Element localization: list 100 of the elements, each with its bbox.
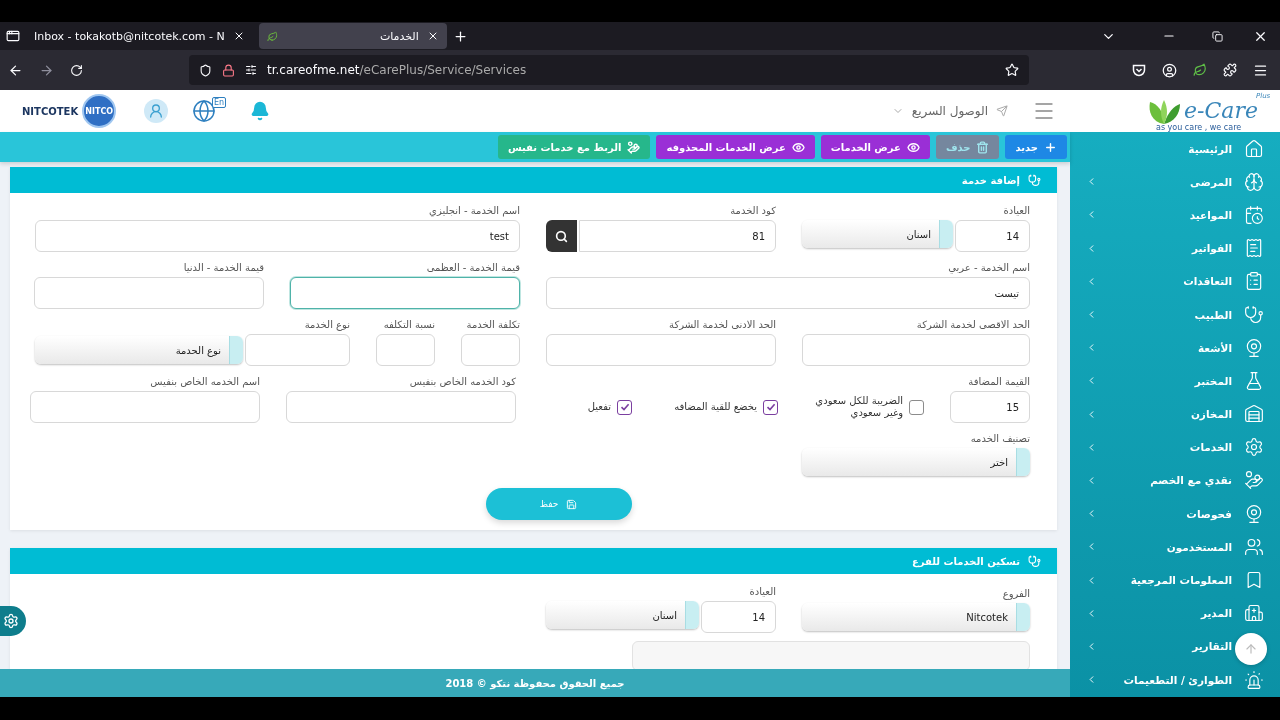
save-button[interactable]: حفظ: [485, 488, 632, 520]
text-field[interactable]: [34, 277, 264, 309]
hospital-icon: [1244, 603, 1264, 624]
sidebar-item[interactable]: المخازن: [1070, 397, 1280, 431]
toolbar-button[interactable]: الربط مع خدمات نفيس: [497, 135, 651, 159]
field-label: العيادة: [1002, 205, 1030, 216]
field-label: تكلفة الخدمة: [465, 319, 520, 330]
sliders-icon: [245, 64, 257, 76]
dropdown[interactable]: اختر: [802, 448, 1030, 476]
field-label: الفروع: [1001, 588, 1030, 599]
toolbar-button[interactable]: جديد: [1005, 135, 1067, 159]
trash-icon: [976, 140, 990, 154]
number-field[interactable]: 14: [955, 220, 1030, 252]
calendar-icon: [1244, 204, 1264, 225]
star-icon: [1005, 63, 1019, 77]
browser-tab[interactable]: Inbox - tokakotb@nitcotek.com - N: [26, 23, 253, 49]
lock-icon: [222, 63, 235, 77]
sidebar-item[interactable]: الخدمات: [1070, 430, 1280, 464]
checkbox[interactable]: [617, 399, 632, 415]
field-label: كود الخدمه الخاص بنفيس: [408, 376, 516, 387]
sidebar-item[interactable]: المدير: [1070, 596, 1280, 630]
sidebar-item[interactable]: المختبر: [1070, 364, 1280, 398]
language-button[interactable]: En: [192, 97, 227, 125]
sidebar-item[interactable]: الطبيب: [1070, 297, 1280, 332]
search-button[interactable]: [546, 220, 578, 252]
field-label: اسم الخدمة - عربي: [947, 262, 1030, 273]
gear-icon: [3, 613, 19, 629]
browser-tab[interactable]: الخدمات: [258, 23, 447, 49]
text-field[interactable]: [461, 334, 520, 366]
sidebar-item[interactable]: الفواتير: [1070, 231, 1280, 265]
sidebar-item[interactable]: التعاقدات: [1070, 264, 1280, 298]
text-field[interactable]: 15: [950, 391, 1030, 423]
stethoscope-icon: [1244, 304, 1264, 325]
checkbox[interactable]: [763, 399, 778, 415]
webcam-icon: [1244, 337, 1264, 358]
hand-coins-icon: [1244, 470, 1264, 491]
search-field[interactable]: [632, 641, 1030, 669]
restore-icon[interactable]: [1212, 30, 1223, 42]
sidebar-item[interactable]: المرضى: [1070, 165, 1280, 199]
field-label: القيمة المضافة: [967, 376, 1030, 387]
dropdown[interactable]: Nitcotek: [802, 603, 1030, 631]
checkbox-label: تفعيل: [587, 401, 611, 413]
field-label: قيمة الخدمة - العظمى: [425, 262, 520, 273]
sidebar-item[interactable]: المستخدمون: [1070, 530, 1280, 564]
text-field[interactable]: test: [35, 220, 520, 252]
number-field[interactable]: 14: [701, 601, 776, 633]
text-field[interactable]: [376, 334, 435, 366]
sidebar-item[interactable]: الأشعة: [1070, 331, 1280, 365]
flask-icon: [1244, 370, 1264, 391]
plus-icon: [1044, 140, 1057, 154]
text-field[interactable]: [802, 334, 1030, 366]
menu-icon[interactable]: [1253, 62, 1268, 78]
puzzle-icon[interactable]: [1223, 63, 1237, 77]
reload-icon[interactable]: [70, 63, 83, 77]
checkbox-label: يخضع للقية المضافه: [674, 401, 757, 413]
pocket-icon[interactable]: [1132, 63, 1146, 77]
hand-icon: [627, 140, 641, 154]
text-field[interactable]: [546, 334, 776, 366]
tagline: as you care , we care: [1156, 123, 1242, 132]
sidebar-item[interactable]: نقدي مع الخصم: [1070, 463, 1280, 498]
text-field[interactable]: [245, 334, 350, 366]
field-label: كود الخدمة: [729, 205, 776, 216]
avatar-icon[interactable]: [144, 99, 169, 123]
field-label: تصنيف الخدمه: [969, 433, 1030, 444]
checkbox-label: الضريبة للكل سعودي وغير سعودي: [814, 395, 903, 419]
text-field[interactable]: تيست: [546, 277, 1030, 309]
sidebar-item[interactable]: فحوصات: [1070, 497, 1280, 531]
brain-icon: [1244, 171, 1264, 192]
toolbar-button[interactable]: عرض الخدمات المحذوفه: [656, 135, 815, 159]
save-icon: [566, 498, 578, 510]
forward-icon[interactable]: [39, 62, 54, 78]
text-field[interactable]: [286, 391, 516, 423]
toolbar-button[interactable]: عرض الخدمات: [820, 135, 930, 159]
extension-icon[interactable]: [1193, 63, 1207, 77]
footer-text: 2018 © جميع الحقوق محفوظة نتكو: [0, 669, 1070, 697]
section-header: إضافة خدمة: [10, 167, 1057, 193]
dropdown[interactable]: نوع الحدمة: [35, 336, 243, 364]
back-icon[interactable]: [8, 62, 23, 78]
field-label: قيمة الخدمة - الدنيا: [182, 262, 264, 273]
settings-button[interactable]: [0, 606, 26, 636]
sidebar-item[interactable]: المواعيد: [1070, 198, 1280, 232]
address-bar[interactable]: tr.careofme.net/eCarePlus/Service/Services: [189, 55, 1029, 85]
sidebar-item[interactable]: الرئيسية: [1070, 132, 1280, 166]
dropdown[interactable]: اسنان: [546, 601, 699, 629]
dropdown[interactable]: اسنان: [802, 220, 953, 248]
company-badge: NITCO: [82, 94, 117, 128]
sidebar-item[interactable]: الطوارئ / التطعيمات: [1070, 663, 1280, 697]
text-field[interactable]: 81: [579, 220, 776, 252]
settings-icon: [1244, 437, 1264, 458]
quick-access-menu[interactable]: الوصول السريع: [911, 104, 988, 118]
field-label: الحد الادنى لخدمة الشركة: [668, 319, 776, 330]
checkbox[interactable]: [909, 399, 924, 415]
sidebar-item[interactable]: المعلومات المرجعية: [1070, 563, 1280, 597]
new-tab-icon[interactable]: [452, 28, 468, 44]
text-field[interactable]: [290, 277, 520, 309]
text-field[interactable]: [30, 391, 260, 423]
tab-list-icon[interactable]: [6, 29, 20, 43]
account-icon[interactable]: [1162, 62, 1177, 78]
field-label: اسم الخدمة - انجليزي: [428, 205, 520, 216]
sidebar-item[interactable]: التقارير: [1070, 629, 1280, 663]
